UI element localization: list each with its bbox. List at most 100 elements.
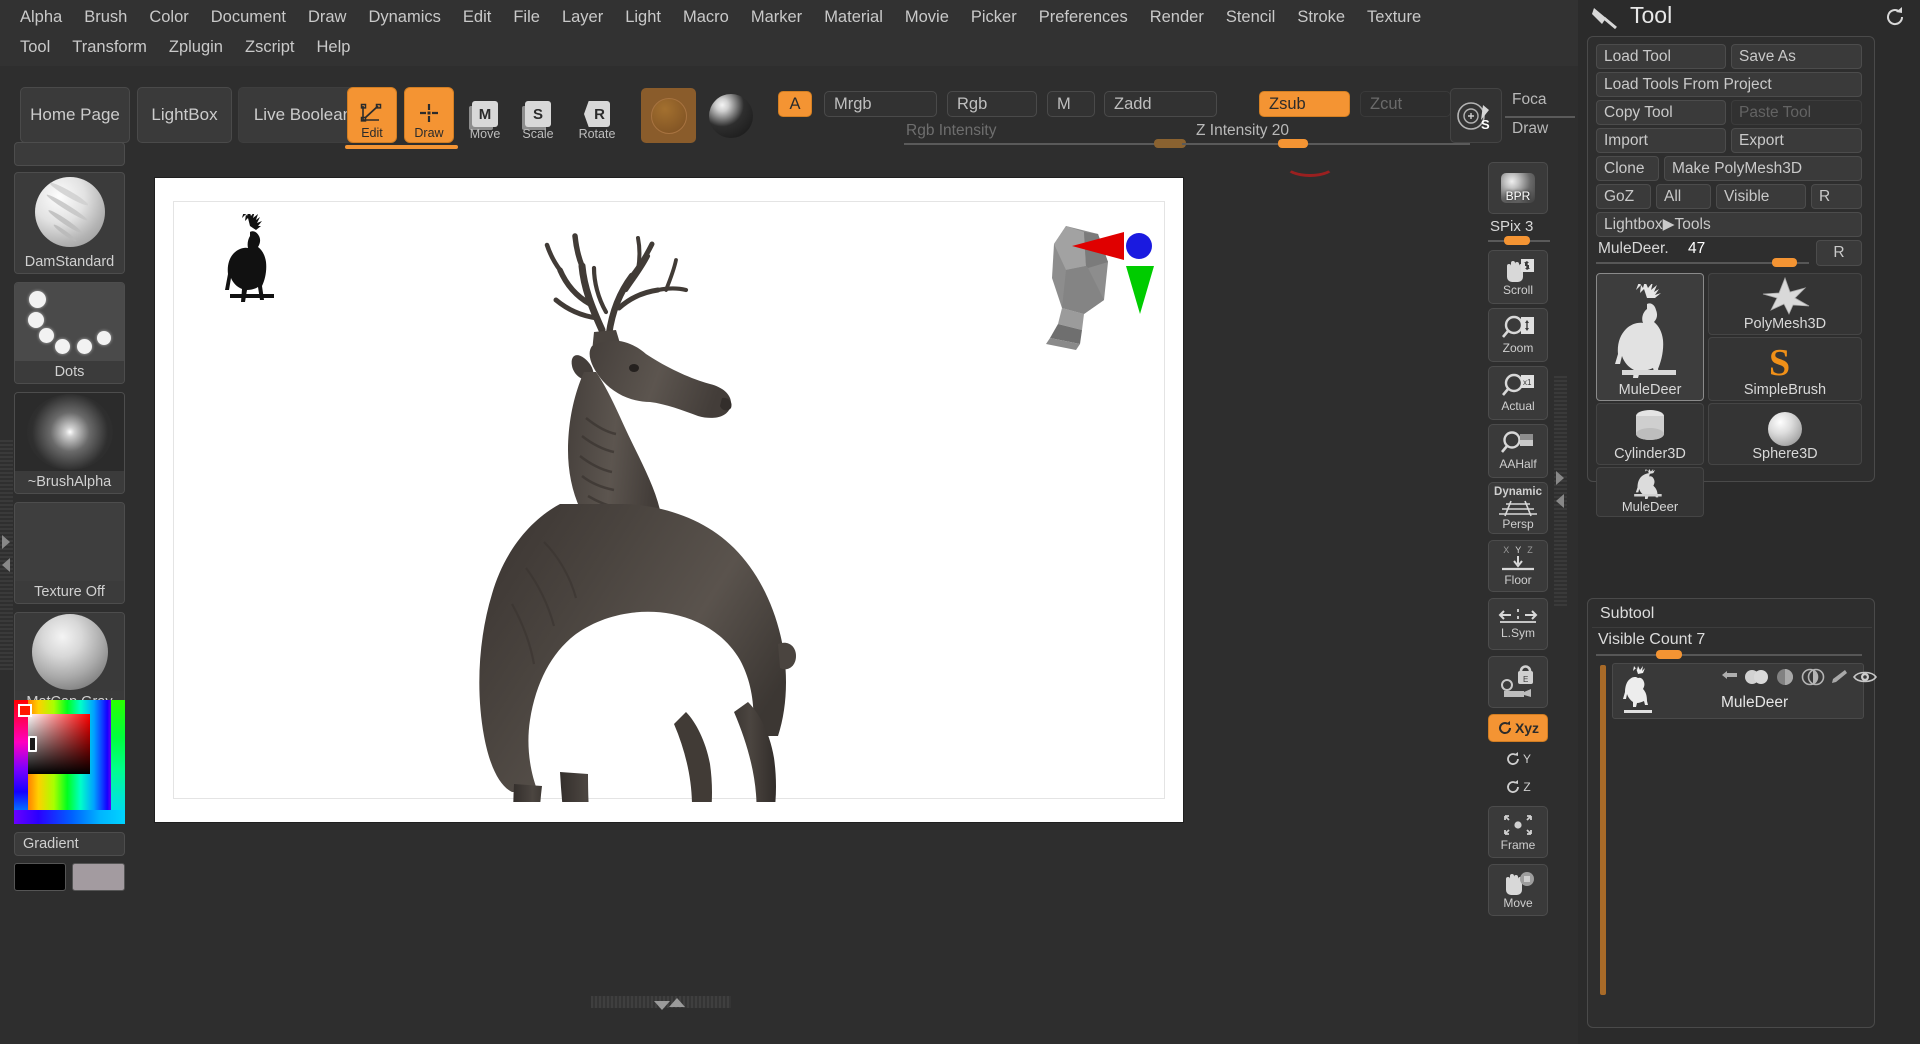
m-button[interactable]: M [1047,91,1095,117]
alpha-toggle-button[interactable]: A [778,91,812,117]
menu-movie[interactable]: Movie [895,3,959,32]
arrow-down-left-icon[interactable] [1721,670,1739,684]
import-button[interactable]: Import [1596,128,1726,153]
rotate-y-button[interactable]: Y [1488,746,1548,772]
zsub-button[interactable]: Zsub [1259,91,1350,117]
rgb-intensity-track[interactable] [904,143,1196,145]
menu-file[interactable]: File [503,3,550,32]
save-as-button[interactable]: Save As [1731,44,1862,69]
menu-material[interactable]: Material [814,3,893,32]
gizmo-z-axis[interactable] [1126,233,1152,259]
goz-visible-button[interactable]: Visible [1716,184,1806,209]
tool-cell-muledeer[interactable]: MuleDeer [1596,273,1704,401]
hue-strip-bottom[interactable] [14,810,125,824]
menu-dynamics[interactable]: Dynamics [358,3,450,32]
bpr-button[interactable]: BPR [1488,162,1548,214]
clone-button[interactable]: Clone [1596,156,1659,181]
texture-selector[interactable]: Texture Off [14,502,125,604]
menu-macro[interactable]: Macro [673,3,739,32]
tool-cell-sphere3d[interactable]: Sphere3D [1708,403,1862,465]
stroke-selector[interactable]: Dots [14,282,125,384]
draw-mode-button[interactable]: Draw [404,87,454,143]
z-intensity-knob[interactable] [1278,139,1308,148]
color-picker[interactable] [14,700,125,824]
hue-strip-left[interactable] [14,700,28,824]
menu-zplugin[interactable]: Zplugin [159,33,233,62]
actual-button[interactable]: x1 Actual [1488,366,1548,420]
home-page-button[interactable]: Home Page [20,87,130,143]
xyz-rotate-button[interactable]: Xyz [1488,714,1548,742]
sv-cursor[interactable] [28,736,37,752]
menu-draw[interactable]: Draw [298,3,357,32]
tool-item-reset-button[interactable]: R [1816,240,1862,266]
menu-color[interactable]: Color [139,3,198,32]
gradient-button[interactable]: Gradient [14,832,125,856]
gizmo-y-axis[interactable] [1126,266,1154,314]
scroll-button[interactable]: Scroll [1488,250,1548,304]
rgb-intensity-slider[interactable]: Rgb Intensity [900,122,1200,148]
local-transform-button[interactable]: E [1488,656,1548,708]
frame-button[interactable]: Frame [1488,806,1548,858]
tray-expand-right-icon[interactable] [2,535,10,549]
menu-layer[interactable]: Layer [552,3,613,32]
lightbox-button[interactable]: LightBox [137,87,232,143]
eye-icon[interactable] [1853,668,1877,686]
rotate-mode-button[interactable]: R Rotate [573,87,621,143]
menu-zscript[interactable]: Zscript [235,33,305,62]
tool-item-slider-knob[interactable] [1772,258,1797,267]
subtool-scroll-indicator[interactable] [1600,665,1606,995]
split-circle-icon[interactable] [1801,668,1825,686]
brush-icon[interactable] [1829,669,1849,685]
load-tool-button[interactable]: Load Tool [1596,44,1726,69]
z-intensity-track[interactable] [1182,143,1470,145]
tool-item-slider[interactable]: MuleDeer. 47 [1596,240,1811,267]
reset-icon[interactable] [1884,6,1906,28]
mrgb-button[interactable]: Mrgb [824,91,937,117]
zadd-button[interactable]: Zadd [1104,91,1217,117]
gizmo-x-axis[interactable] [1072,232,1124,260]
tool-cell-simplebrush[interactable]: S SimpleBrush [1708,337,1862,401]
make-polymesh3d-button[interactable]: Make PolyMesh3D [1664,156,1862,181]
export-button[interactable]: Export [1731,128,1862,153]
rgb-button[interactable]: Rgb [947,91,1037,117]
canvas-area[interactable] [133,160,1478,1010]
menu-brush[interactable]: Brush [74,3,137,32]
tray-expand-up-icon[interactable] [669,998,685,1007]
zoom-button[interactable]: Zoom [1488,308,1548,362]
lsym-button[interactable]: L.Sym [1488,598,1548,650]
menu-stencil[interactable]: Stencil [1216,3,1286,32]
brush-selector[interactable]: DamStandard [14,172,125,274]
current-material-swatch[interactable] [641,88,696,143]
current-color-swatch[interactable] [703,88,758,143]
zcut-button[interactable]: Zcut [1360,91,1451,117]
copy-tool-button[interactable]: Copy Tool [1596,100,1726,125]
primary-color-swatch[interactable] [14,863,66,891]
saturation-value-square[interactable] [28,714,90,774]
brush-cell-partial[interactable] [14,142,125,166]
half-circle-icon[interactable] [1775,668,1795,686]
hue-cursor[interactable] [18,704,32,717]
goz-all-button[interactable]: All [1656,184,1711,209]
menu-alpha[interactable]: Alpha [10,3,72,32]
alpha-selector[interactable]: ~BrushAlpha [14,392,125,494]
lightbox-tools-button[interactable]: Lightbox▶Tools [1596,212,1862,237]
menu-marker[interactable]: Marker [741,3,812,32]
hue-strip-right[interactable] [111,700,125,824]
tool-cell-polymesh3d[interactable]: PolyMesh3D [1708,273,1862,335]
menu-render[interactable]: Render [1140,3,1214,32]
load-tools-from-project-button[interactable]: Load Tools From Project [1596,72,1862,97]
axis-gizmo[interactable] [1072,226,1158,314]
document-inner[interactable] [173,201,1165,802]
deer-3d-model[interactable] [434,212,914,802]
menu-document[interactable]: Document [201,3,296,32]
menu-light[interactable]: Light [615,3,671,32]
goz-r-button[interactable]: R [1811,184,1862,209]
secondary-color-swatch[interactable] [72,863,125,891]
material-selector[interactable]: MatCap Gray [14,612,125,714]
visible-count-knob[interactable] [1656,650,1682,659]
edit-mode-button[interactable]: Edit [347,87,397,143]
menu-picker[interactable]: Picker [961,3,1027,32]
persp-button[interactable]: Dynamic Persp [1488,482,1548,534]
menu-tool[interactable]: Tool [10,33,60,62]
move-mode-button[interactable]: M Move [462,87,508,143]
